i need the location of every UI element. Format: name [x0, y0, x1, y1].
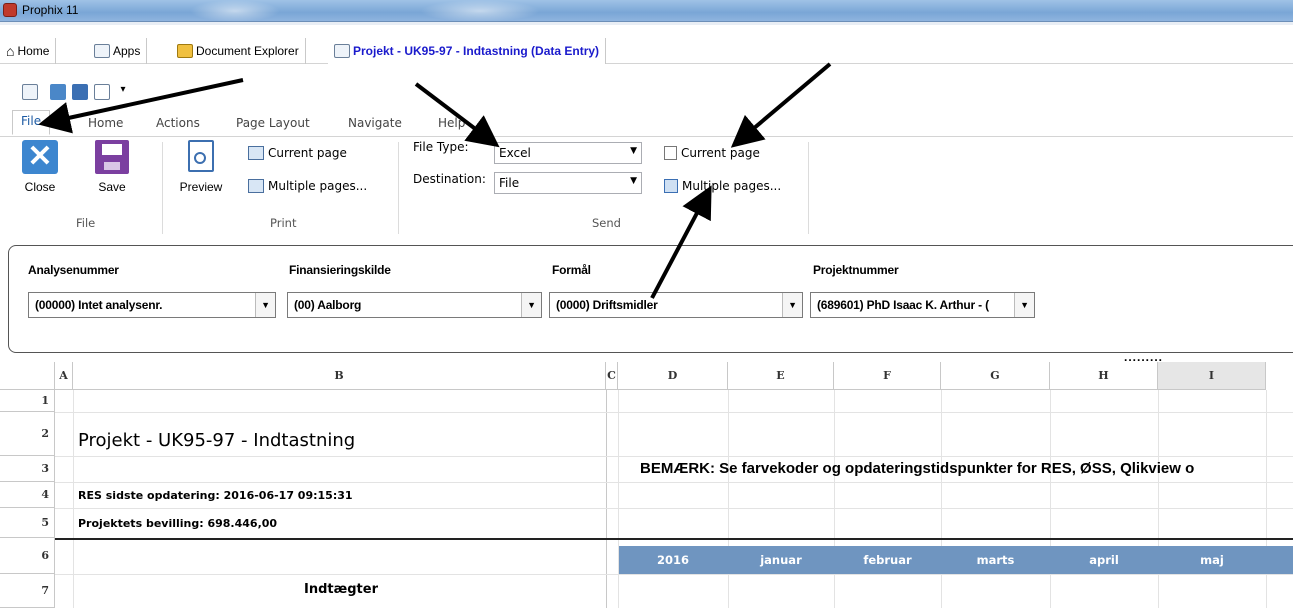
month-header-cell: maj — [1200, 553, 1224, 567]
column-header[interactable]: B — [73, 362, 606, 390]
chevron-down-icon: ▼ — [630, 146, 637, 156]
column-header[interactable]: F — [834, 362, 941, 390]
quick-access-toolbar: ▾ — [0, 82, 300, 104]
customize-toolbar-icon[interactable]: ▾ — [118, 84, 128, 100]
row-header[interactable]: 1 — [0, 390, 55, 412]
section-heading: Indtægter — [304, 582, 378, 597]
title-glow — [190, 0, 280, 22]
row-header[interactable]: 4 — [0, 482, 55, 508]
save-button[interactable]: Save — [90, 140, 134, 194]
month-header-cell: 2016 — [656, 553, 689, 567]
column-header[interactable]: E — [728, 362, 834, 390]
month-header-cell: april — [1089, 553, 1119, 567]
filter-label-projektnummer: Projektnummer — [813, 263, 899, 277]
filter-analysenummer-select[interactable]: (00000) Intet analysenr. ▼ — [28, 292, 276, 318]
home-icon: ⌂ — [6, 43, 15, 59]
tab-document-explorer[interactable]: Document Explorer — [171, 38, 306, 64]
print-multiple-pages-button[interactable]: Multiple pages... — [248, 179, 367, 193]
file-type-label: File Type: — [413, 140, 469, 154]
notice-text: BEMÆRK: Se farvekoder og opdateringstids… — [640, 460, 1195, 477]
data-entry-icon — [334, 44, 350, 58]
save-icon — [95, 140, 129, 174]
ribbon-tab-page-layout[interactable]: Page Layout — [236, 116, 310, 130]
prophix-logo-icon — [3, 3, 17, 17]
save-icon[interactable] — [72, 84, 88, 100]
printer-icon — [248, 146, 264, 160]
budget-text: Projektets bevilling: 698.446,00 — [78, 517, 278, 530]
window-title: Prophix 11 — [22, 3, 79, 17]
group-label-send: Send — [592, 216, 621, 230]
filter-label-finansieringskilde: Finansieringskilde — [289, 263, 391, 277]
ribbon-tab-file[interactable]: File — [12, 110, 51, 135]
sheet-title: Projekt - UK95-97 - Indtastning — [78, 430, 356, 451]
filter-label-analysenummer: Analysenummer — [28, 263, 119, 277]
title-bar: Prophix 11 — [0, 0, 1293, 22]
column-header[interactable]: A — [55, 362, 73, 390]
tab-apps[interactable]: Apps — [88, 38, 148, 64]
preview-button[interactable]: Preview — [176, 140, 226, 194]
destination-select[interactable]: File ▼ — [494, 172, 642, 194]
chevron-down-icon: ▼ — [255, 293, 275, 317]
row-header[interactable]: 7 — [0, 574, 55, 608]
close-icon[interactable] — [50, 84, 66, 100]
send-current-page-button[interactable]: Current page — [664, 146, 760, 160]
group-label-file: File — [76, 216, 96, 230]
destination-label: Destination: — [413, 172, 486, 186]
send-multiple-pages-button[interactable]: Multiple pages... — [664, 179, 781, 193]
row-header[interactable]: 6 — [0, 538, 55, 574]
row-header[interactable]: 3 — [0, 456, 55, 482]
filter-finansieringskilde-select[interactable]: (00) Aalborg ▼ — [287, 292, 542, 318]
ribbon-tab-actions[interactable]: Actions — [156, 116, 200, 130]
close-icon: ✕ — [22, 140, 58, 174]
chevron-down-icon: ▼ — [630, 176, 637, 186]
column-header[interactable]: H — [1050, 362, 1158, 390]
ribbon-tab-help[interactable]: Help — [438, 116, 465, 130]
apps-icon — [94, 44, 110, 58]
column-header[interactable]: C — [606, 362, 618, 390]
row-header[interactable]: 5 — [0, 508, 55, 538]
document-icon[interactable] — [22, 84, 38, 100]
ribbon-tab-home[interactable]: Home — [88, 116, 123, 130]
filter-projektnummer-select[interactable]: (689601) PhD Isaac K. Arthur - ( ▼ — [810, 292, 1035, 318]
res-update-text: RES sidste opdatering: 2016-06-17 09:15:… — [78, 489, 353, 502]
tab-data-entry[interactable]: Projekt - UK95-97 - Indtastning (Data En… — [328, 38, 607, 64]
column-header[interactable]: D — [618, 362, 728, 390]
spreadsheet: A B C D E F G H I 1 2 3 4 5 6 7 Projekt … — [0, 362, 1293, 608]
preview-icon — [188, 140, 214, 172]
tab-home[interactable]: ⌂ Home — [0, 38, 57, 64]
chevron-down-icon: ▼ — [521, 293, 541, 317]
ribbon-tab-navigate[interactable]: Navigate — [348, 116, 402, 130]
title-glow — [420, 0, 540, 22]
filter-label-formal: Formål — [552, 263, 591, 277]
month-header-cell: januar — [760, 553, 802, 567]
filter-formal-select[interactable]: (0000) Driftsmidler ▼ — [549, 292, 803, 318]
print-current-page-button[interactable]: Current page — [248, 146, 347, 160]
select-all-corner[interactable] — [0, 362, 55, 390]
month-header-cell: februar — [863, 553, 912, 567]
preview-icon[interactable] — [94, 84, 110, 100]
pages-icon — [664, 179, 678, 193]
chevron-down-icon: ▼ — [1014, 293, 1034, 317]
page-icon — [664, 146, 677, 160]
column-header[interactable]: G — [941, 362, 1050, 390]
column-header[interactable]: I — [1158, 362, 1266, 390]
group-label-print: Print — [270, 216, 297, 230]
file-type-select[interactable]: Excel ▼ — [494, 142, 642, 164]
chevron-down-icon: ▼ — [782, 293, 802, 317]
month-header-cell: marts — [976, 553, 1015, 567]
row-header[interactable]: 2 — [0, 412, 55, 456]
printer-icon — [248, 179, 264, 193]
folder-icon — [177, 44, 193, 58]
close-button[interactable]: ✕ Close — [18, 140, 62, 194]
